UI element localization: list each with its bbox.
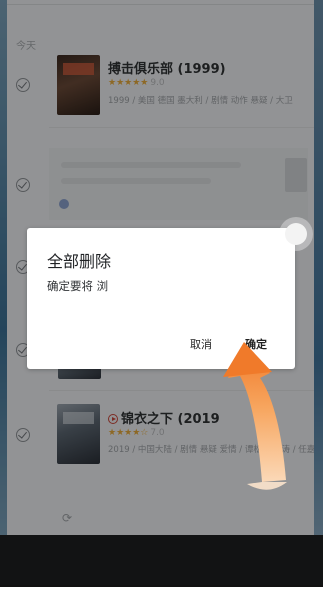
bottom-bar bbox=[0, 585, 323, 600]
dialog-message: 确定要将 浏 bbox=[47, 279, 109, 293]
screen-frame: 今天 搏击俱乐部 (1999) ★★★★★ 9.0 1999 / 美国 德国 墨大… bbox=[0, 0, 323, 600]
touch-indicator-icon bbox=[279, 217, 313, 251]
delete-all-dialog: 全部删除 确定要将 浏 取消 确定 bbox=[27, 228, 295, 369]
dialog-title: 全部删除 bbox=[47, 252, 112, 271]
bottom-divider bbox=[0, 585, 323, 587]
cancel-button[interactable]: 取消 bbox=[190, 336, 212, 352]
confirm-button[interactable]: 确定 bbox=[245, 336, 267, 352]
